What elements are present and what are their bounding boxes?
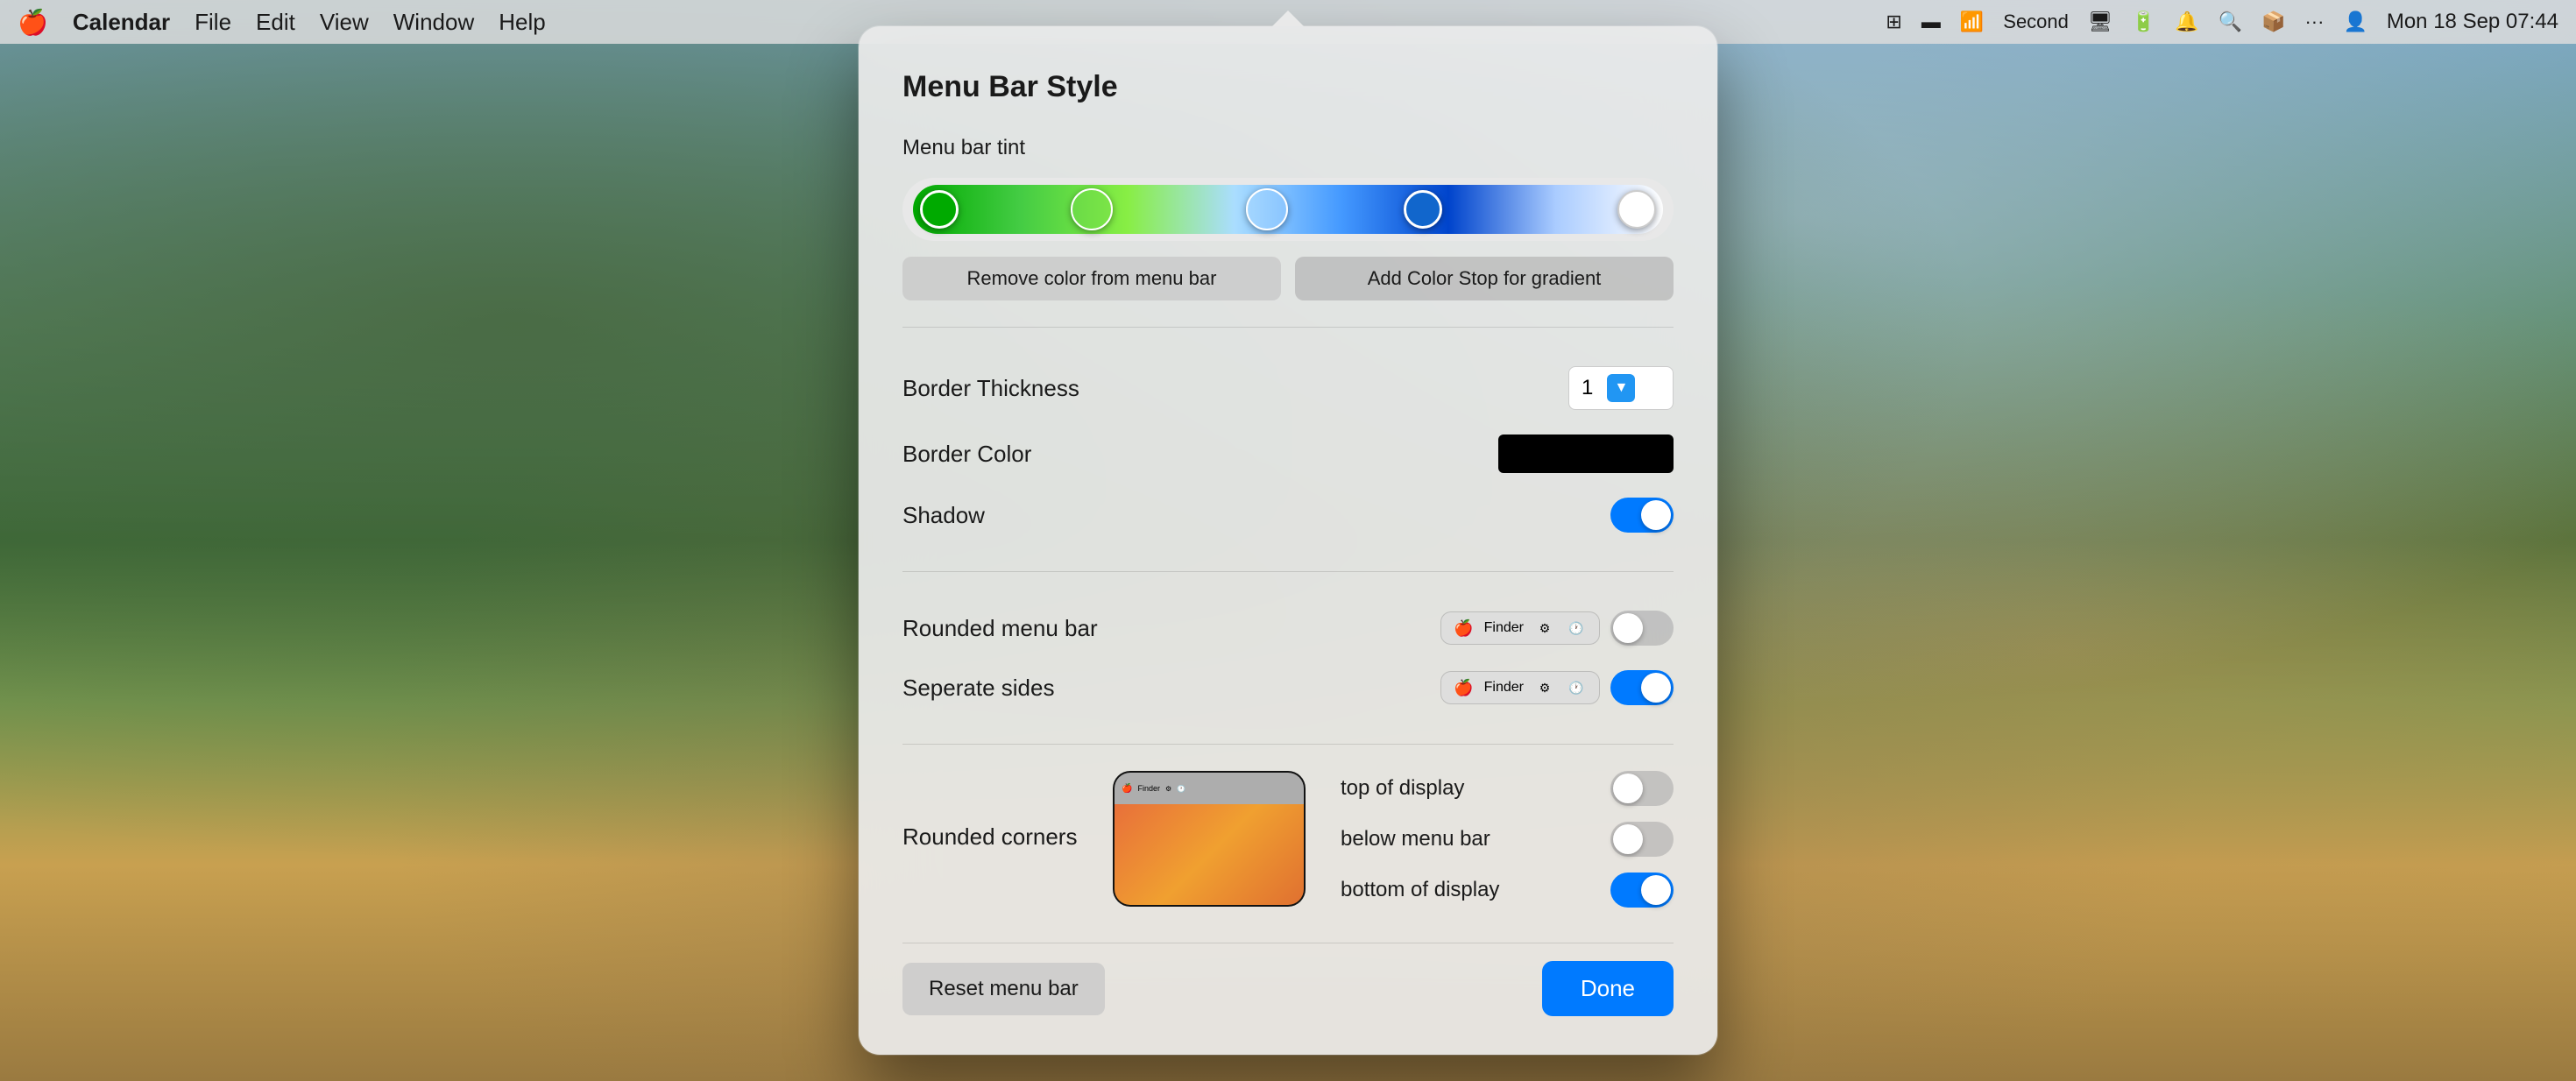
rounded-menu-bar-row: Rounded menu bar 🍎 Finder ⚙ 🕐 [902,598,1674,658]
add-color-stop-button[interactable]: Add Color Stop for gradient [1295,257,1674,300]
border-color-swatch[interactable] [1498,435,1674,473]
separate-preview: 🍎 Finder ⚙ 🕐 [1440,671,1600,704]
preview-finder-label-2: Finder [1484,680,1524,696]
rounded-corners-label: Rounded corners [902,771,1078,851]
separate-sides-label: Seperate sides [902,675,1054,702]
below-menu-bar-label: below menu bar [1341,827,1490,851]
separate-sides-control: 🍎 Finder ⚙ 🕐 [1440,670,1674,705]
rounded-menu-bar-label: Rounded menu bar [902,615,1098,642]
border-thickness-control: 1 ▼ [1568,366,1674,410]
preview-finder-label: Finder [1484,620,1524,636]
rounded-section: Rounded menu bar 🍎 Finder ⚙ 🕐 Seperate s… [902,571,1674,744]
below-menu-bar-knob [1613,824,1643,854]
separate-sides-row: Seperate sides 🍎 Finder ⚙ 🕐 [902,658,1674,717]
dropdown-arrow-icon: ▼ [1607,374,1635,402]
rounded-preview-1: 🍎 Finder ⚙ 🕐 [1440,611,1600,645]
preview-icon-4: 🕐 [1566,677,1587,698]
top-display-knob [1613,774,1643,803]
rounded-menu-bar-toggle[interactable] [1610,611,1674,646]
reset-menu-bar-button[interactable]: Reset menu bar [902,963,1105,1015]
preview-icon-3: ⚙ [1534,677,1555,698]
border-section: Border Thickness 1 ▼ Border Color Shadow [902,327,1674,571]
bottom-display-label: bottom of display [1341,878,1499,902]
chevron-down-icon: ▼ [1614,380,1628,396]
separate-toggle-knob [1641,673,1671,703]
menu-bar-style-dialog: Menu Bar Style Menu bar tint Remove colo… [859,26,1717,1055]
tint-label: Menu bar tint [902,136,1674,160]
corners-toggles: top of display below menu bar bottom of … [1341,771,1674,908]
tint-buttons: Remove color from menu bar Add Color Sto… [902,257,1674,300]
corners-preview-screen [1115,804,1304,905]
dialog-overlay: Menu Bar Style Menu bar tint Remove colo… [0,0,2576,1081]
border-color-label: Border Color [902,441,1031,468]
border-thickness-value: 1 [1582,376,1593,400]
rounded-menu-bar-control: 🍎 Finder ⚙ 🕐 [1440,611,1674,646]
separate-sides-toggle[interactable] [1610,670,1674,705]
dialog-footer: Reset menu bar Done [902,943,1674,1016]
bottom-of-display-row: bottom of display [1341,873,1674,908]
shadow-row: Shadow [902,485,1674,545]
border-thickness-label: Border Thickness [902,375,1079,402]
done-button[interactable]: Done [1542,961,1674,1016]
color-stop-1[interactable] [920,190,959,229]
border-thickness-dropdown[interactable]: 1 ▼ [1568,366,1674,410]
color-stop-2[interactable] [1071,188,1113,230]
top-of-display-row: top of display [1341,771,1674,806]
color-stop-5[interactable] [1617,190,1656,229]
bottom-display-knob [1641,875,1671,905]
rounded-toggle-knob [1613,613,1643,643]
color-stop-4[interactable] [1404,190,1442,229]
preview-apple-icon: 🍎 [1454,619,1473,638]
border-color-row: Border Color [902,422,1674,485]
below-menu-bar-row: below menu bar [1341,822,1674,857]
corners-section: Rounded corners 🍎 Finder ⚙ 🕐 top of disp… [902,744,1674,934]
corners-row: Rounded corners 🍎 Finder ⚙ 🕐 top of disp… [902,771,1674,908]
top-display-toggle[interactable] [1610,771,1674,806]
remove-color-button[interactable]: Remove color from menu bar [902,257,1281,300]
bottom-display-toggle[interactable] [1610,873,1674,908]
top-display-label: top of display [1341,776,1464,801]
below-menu-bar-toggle[interactable] [1610,822,1674,857]
border-thickness-row: Border Thickness 1 ▼ [902,354,1674,422]
corners-preview: 🍎 Finder ⚙ 🕐 [1113,771,1306,907]
corners-preview-bar: 🍎 Finder ⚙ 🕐 [1115,773,1304,804]
preview-icon-2: 🕐 [1566,618,1587,639]
tint-section: Menu bar tint Remove color from menu bar… [902,136,1674,327]
gradient-bar-container[interactable] [902,178,1674,241]
color-stop-3[interactable] [1246,188,1288,230]
preview-apple-icon-2: 🍎 [1454,679,1473,697]
shadow-toggle-knob [1641,500,1671,530]
dialog-title: Menu Bar Style [902,70,1674,104]
shadow-label: Shadow [902,502,985,529]
preview-icon-1: ⚙ [1534,618,1555,639]
gradient-bar[interactable] [913,185,1663,234]
shadow-toggle[interactable] [1610,498,1674,533]
